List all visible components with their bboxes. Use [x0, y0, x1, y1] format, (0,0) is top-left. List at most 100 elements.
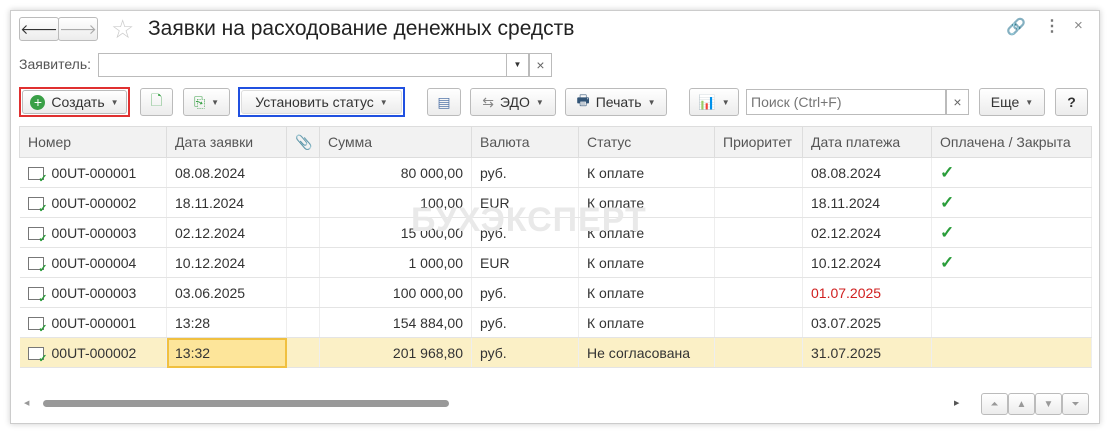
document-posted-icon — [27, 197, 48, 215]
cell-date[interactable]: 13:32 — [166, 337, 287, 368]
edo-label: ЭДО — [499, 94, 530, 110]
number-text: 00UT-000003 — [51, 284, 137, 301]
watermark: БУХЭКСПЕРТ — [411, 201, 647, 239]
create-button[interactable]: + Создать ▼ — [22, 90, 127, 114]
scroll-down-button[interactable]: ▼ — [1035, 393, 1062, 415]
checkmark-icon: ✓ — [940, 162, 955, 182]
search-clear[interactable]: × — [946, 89, 969, 115]
table-row[interactable]: 00UT-000003 03.06.2025 100 000,00 руб. К… — [19, 277, 1092, 308]
cell-status: К оплате — [578, 157, 715, 188]
cell-payment-date: 31.07.2025 — [802, 337, 932, 368]
cell-status: К оплате — [578, 247, 715, 278]
number-text: 00UT-000001 — [51, 164, 137, 181]
cell-paid — [931, 337, 1092, 368]
column-header[interactable]: Статус — [578, 126, 715, 158]
checkmark-icon: ✓ — [940, 222, 955, 242]
create-based-on-button[interactable]: ⎘ ▼ — [183, 88, 230, 116]
scroll-bottom-button[interactable]: ⏷ — [1062, 393, 1089, 415]
edo-icon: ⇆ — [482, 93, 494, 110]
document-posted-icon — [27, 227, 48, 245]
attachment-column-header[interactable]: 📎 — [286, 126, 320, 158]
cell-payment-date: 10.12.2024 — [802, 247, 932, 278]
search-input[interactable] — [746, 89, 946, 115]
list-settings-button[interactable]: ▤ — [427, 88, 461, 116]
cell-number: 00UT-000002 — [19, 337, 167, 368]
cell-date[interactable]: 18.11.2024 — [166, 187, 287, 218]
cell-payment-date: 03.07.2025 — [802, 307, 932, 338]
set-status-button[interactable]: Установить статус ▼ — [241, 90, 402, 114]
edo-button[interactable]: ⇆ ЭДО ▼ — [470, 88, 556, 116]
column-header[interactable]: Дата платежа — [802, 126, 932, 158]
cell-date[interactable]: 08.08.2024 — [166, 157, 287, 188]
scrollbar-thumb[interactable] — [43, 400, 449, 407]
cell-payment-date: 01.07.2025 — [802, 277, 932, 308]
cell-currency: руб. — [471, 277, 579, 308]
print-button[interactable]: 🖶 Печать ▼ — [565, 88, 667, 116]
scroll-top-button[interactable]: ⏶ — [981, 393, 1008, 415]
scroll-up-button[interactable]: ▲ — [1008, 393, 1035, 415]
cell-attachment — [286, 307, 320, 338]
cell-sum: 201 968,80 — [319, 337, 472, 368]
cell-sum: 80 000,00 — [319, 157, 472, 188]
number-text: 00UT-000004 — [51, 254, 137, 271]
cell-payment-date: 08.08.2024 — [802, 157, 932, 188]
cell-currency: руб. — [471, 307, 579, 338]
number-text: 00UT-000003 — [51, 224, 137, 241]
cell-sum: 100 000,00 — [319, 277, 472, 308]
back-button[interactable]: 🡐 — [19, 17, 59, 41]
cell-priority — [714, 307, 803, 338]
column-header[interactable]: Дата заявки — [166, 126, 287, 158]
column-header[interactable]: Сумма — [319, 126, 472, 158]
document-posted-icon — [27, 317, 48, 335]
cell-paid — [931, 277, 1092, 308]
column-header[interactable]: Валюта — [471, 126, 579, 158]
column-header[interactable]: Оплачена / Закрыта — [931, 126, 1092, 158]
horizontal-scrollbar[interactable]: ◀ ▶ — [19, 393, 969, 413]
number-text: 00UT-000002 — [51, 344, 137, 361]
link-icon[interactable]: 🔗 — [1006, 17, 1026, 37]
table-row[interactable]: 00UT-000002 13:32 201 968,80 руб. Не сог… — [19, 337, 1092, 368]
cell-paid: ✓ — [931, 187, 1092, 218]
cell-attachment — [286, 217, 320, 248]
cell-priority — [714, 187, 803, 218]
cell-paid: ✓ — [931, 217, 1092, 248]
applicant-label: Заявитель: — [19, 56, 92, 72]
close-icon[interactable]: × — [1074, 17, 1083, 34]
document-posted-icon — [27, 287, 48, 305]
document-posted-icon — [27, 257, 48, 275]
cell-number: 00UT-000004 — [19, 247, 167, 278]
cell-attachment — [286, 277, 320, 308]
cell-number: 00UT-000002 — [19, 187, 167, 218]
cell-date[interactable]: 13:28 — [166, 307, 287, 338]
cell-paid: ✓ — [931, 157, 1092, 188]
cell-currency: EUR — [471, 247, 579, 278]
more-button[interactable]: Еще ▼ — [979, 88, 1045, 116]
star-icon[interactable]: ☆ — [111, 14, 134, 45]
cell-attachment — [286, 187, 320, 218]
cell-status: Не согласована — [578, 337, 715, 368]
cell-date[interactable]: 10.12.2024 — [166, 247, 287, 278]
more-menu-icon[interactable]: ⋮ — [1044, 16, 1060, 36]
applicant-input[interactable] — [98, 53, 529, 77]
cell-date[interactable]: 03.06.2025 — [166, 277, 287, 308]
table-row[interactable]: 00UT-000004 10.12.2024 1 000,00 EUR К оп… — [19, 247, 1092, 278]
column-header[interactable]: Номер — [19, 126, 167, 158]
window: 🡐 🡒 ☆ Заявки на расходование денежных ср… — [10, 10, 1100, 424]
table-row[interactable]: 00UT-000001 08.08.2024 80 000,00 руб. К … — [19, 157, 1092, 188]
cell-priority — [714, 337, 803, 368]
documents-arrow-icon: ⎘ — [193, 93, 206, 110]
cell-date[interactable]: 02.12.2024 — [166, 217, 287, 248]
column-header[interactable]: Приоритет — [714, 126, 803, 158]
table-row[interactable]: 00UT-000001 13:28 154 884,00 руб. К опла… — [19, 307, 1092, 338]
applicant-clear[interactable]: × — [529, 53, 552, 77]
create-copy-button[interactable]: 🗋 — [140, 88, 173, 116]
applicant-dropdown[interactable]: ▼ — [506, 53, 529, 77]
report-icon: 📊 — [698, 93, 716, 110]
help-button[interactable]: ? — [1055, 88, 1088, 116]
cell-number: 00UT-000003 — [19, 277, 167, 308]
cell-attachment — [286, 157, 320, 188]
plus-icon: + — [30, 94, 46, 110]
reports-button[interactable]: 📊 ▼ — [689, 88, 739, 116]
forward-button[interactable]: 🡒 — [58, 17, 98, 41]
list-icon: ▤ — [437, 93, 451, 110]
